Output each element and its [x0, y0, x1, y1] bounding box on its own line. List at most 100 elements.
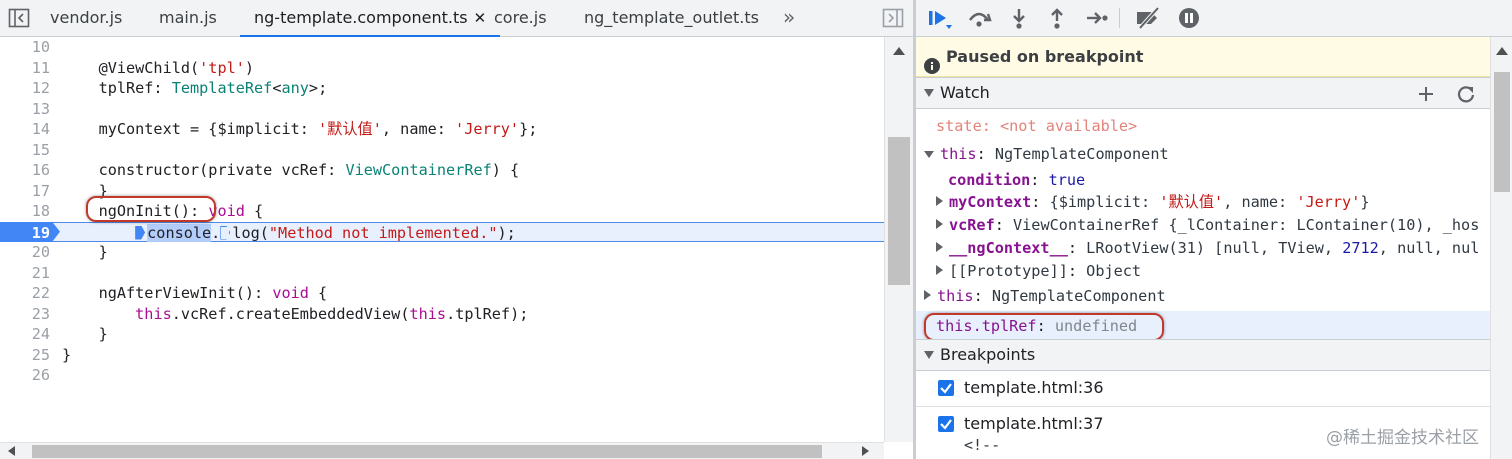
- code-area[interactable]: 10 11 @ViewChild('tpl') 12 tplRef: Templ…: [0, 37, 884, 442]
- execution-pointer-icon[interactable]: [135, 225, 146, 240]
- code-text: ngAfterViewInit(): void {: [62, 283, 328, 304]
- deactivate-breakpoints-icon[interactable]: [1134, 6, 1160, 30]
- line-number[interactable]: 20: [0, 242, 50, 263]
- more-tabs-icon[interactable]: »: [783, 6, 801, 28]
- watch-property[interactable]: __ngContext__: LRootView(31) [null, TVie…: [936, 237, 1479, 259]
- code-line: 23 this.vcRef.createEmbeddedView(this.tp…: [0, 304, 884, 325]
- code-token: any: [281, 79, 309, 97]
- watch-property[interactable]: [[Prototype]]: Object: [936, 260, 1141, 282]
- line-number[interactable]: 19: [0, 223, 50, 244]
- scroll-right-icon[interactable]: [862, 446, 869, 456]
- code-line: 15: [0, 140, 884, 161]
- tab-ng-template-outlet-ts[interactable]: ng_template_outlet.ts: [584, 0, 759, 37]
- tab-main-js[interactable]: main.js: [159, 0, 217, 37]
- scrollbar-thumb[interactable]: [32, 445, 822, 458]
- watch-expression[interactable]: this: NgTemplateComponent: [924, 285, 1166, 307]
- line-number[interactable]: 11: [0, 58, 50, 79]
- chevron-down-icon[interactable]: [924, 351, 934, 359]
- toggle-navigator-icon[interactable]: [8, 8, 30, 28]
- prop-value: true: [1048, 171, 1086, 189]
- line-number[interactable]: 10: [0, 37, 50, 58]
- line-number[interactable]: 24: [0, 324, 50, 345]
- prop-name: myContext: [949, 193, 1032, 211]
- watch-property[interactable]: condition: true: [948, 169, 1085, 191]
- line-number[interactable]: 16: [0, 160, 50, 181]
- watch-expression[interactable]: state: <not available>: [936, 115, 1137, 137]
- scroll-up-icon[interactable]: [893, 47, 905, 55]
- line-number[interactable]: 22: [0, 283, 50, 304]
- step-into-icon[interactable]: [1006, 6, 1032, 30]
- tab-label: ng-template.component.ts: [254, 8, 468, 27]
- code-line: 25}: [0, 345, 884, 366]
- toolbar-divider: [1119, 8, 1120, 28]
- code-token: @ViewChild(: [62, 58, 200, 77]
- code-line: 21: [0, 263, 884, 284]
- step-out-icon[interactable]: [1044, 6, 1070, 30]
- code-token: .tplRef);: [446, 304, 529, 323]
- step-over-icon[interactable]: [966, 6, 992, 30]
- pause-on-exceptions-icon[interactable]: [1176, 6, 1202, 30]
- watch-property[interactable]: vcRef: ViewContainerRef {_lContainer: LC…: [936, 214, 1479, 236]
- expand-right-icon[interactable]: [936, 242, 943, 252]
- line-number[interactable]: 26: [0, 365, 50, 386]
- code-token: console: [147, 223, 212, 242]
- toggle-debugger-icon[interactable]: [882, 8, 904, 28]
- code-token: '默认值': [318, 120, 382, 138]
- watch-property[interactable]: myContext: {$implicit: '默认值', name: 'Jer…: [936, 191, 1370, 213]
- tab-core-js[interactable]: core.js: [494, 0, 547, 37]
- breakpoints-section-header[interactable]: Breakpoints: [916, 339, 1490, 371]
- expand-right-icon[interactable]: [924, 290, 931, 300]
- source-editor-pane: vendor.js main.js ng-template.component.…: [0, 0, 913, 459]
- expand-right-icon[interactable]: [936, 196, 943, 206]
- expand-right-icon[interactable]: [936, 265, 943, 275]
- line-number[interactable]: 25: [0, 345, 50, 366]
- code-token: .vcRef.createEmbeddedView(: [171, 304, 410, 323]
- scroll-left-icon[interactable]: [8, 446, 15, 456]
- sidebar-vertical-scrollbar[interactable]: [1490, 37, 1512, 459]
- editor-tab-bar: vendor.js main.js ng-template.component.…: [0, 0, 913, 37]
- editor-vertical-scrollbar[interactable]: [884, 37, 913, 442]
- chevron-down-icon[interactable]: [924, 89, 934, 97]
- watch-title: Watch: [940, 83, 990, 102]
- code-line: 12 tplRef: TemplateRef<any>;: [0, 78, 884, 99]
- watch-name: this: [940, 145, 977, 163]
- editor-horizontal-scrollbar[interactable]: [0, 442, 884, 459]
- scrollbar-thumb[interactable]: [1494, 72, 1510, 192]
- resume-icon[interactable]: [926, 6, 952, 30]
- prop-name: vcRef: [949, 216, 995, 234]
- close-icon[interactable]: ✕: [474, 9, 487, 27]
- breakpoint-checkbox[interactable]: [938, 380, 954, 396]
- watch-value: NgTemplateComponent: [994, 145, 1169, 163]
- line-number[interactable]: 18: [0, 201, 50, 222]
- expand-right-icon[interactable]: [936, 219, 943, 229]
- scrollbar-thumb[interactable]: [888, 137, 910, 285]
- line-number[interactable]: 12: [0, 78, 50, 99]
- line-number[interactable]: 21: [0, 263, 50, 284]
- breakpoint-location: template.html:36: [964, 378, 1104, 397]
- line-number[interactable]: 17: [0, 181, 50, 202]
- code-text: tplRef: TemplateRef<any>;: [62, 78, 328, 99]
- scroll-up-icon[interactable]: [1496, 47, 1508, 55]
- prop-name: [[Prototype]]: [949, 262, 1068, 280]
- breakpoint-checkbox[interactable]: [938, 416, 954, 432]
- line-number[interactable]: 23: [0, 304, 50, 325]
- watch-expression[interactable]: this: NgTemplateComponent: [924, 143, 1169, 165]
- code-text: }: [62, 243, 108, 261]
- line-number[interactable]: 13: [0, 99, 50, 120]
- line-number[interactable]: 14: [0, 119, 50, 140]
- expand-down-icon[interactable]: [924, 151, 934, 158]
- tab-ng-template-component-ts[interactable]: ng-template.component.ts ✕: [240, 0, 501, 37]
- breakpoint-item[interactable]: template.html:36: [916, 371, 1490, 407]
- refresh-icon[interactable]: [1456, 84, 1476, 104]
- watch-section-header[interactable]: Watch: [916, 77, 1490, 109]
- watch-value: <not available>: [1000, 117, 1138, 135]
- code-line: 13: [0, 99, 884, 120]
- step-icon[interactable]: [1084, 6, 1110, 30]
- tab-vendor-js[interactable]: vendor.js: [50, 0, 122, 37]
- add-icon[interactable]: [1416, 84, 1436, 104]
- code-token: {: [244, 202, 264, 220]
- line-number[interactable]: 15: [0, 140, 50, 161]
- watch-colon: :: [1031, 193, 1050, 211]
- inline-breakpoint-icon[interactable]: [220, 225, 231, 240]
- code-token: log(: [232, 223, 269, 242]
